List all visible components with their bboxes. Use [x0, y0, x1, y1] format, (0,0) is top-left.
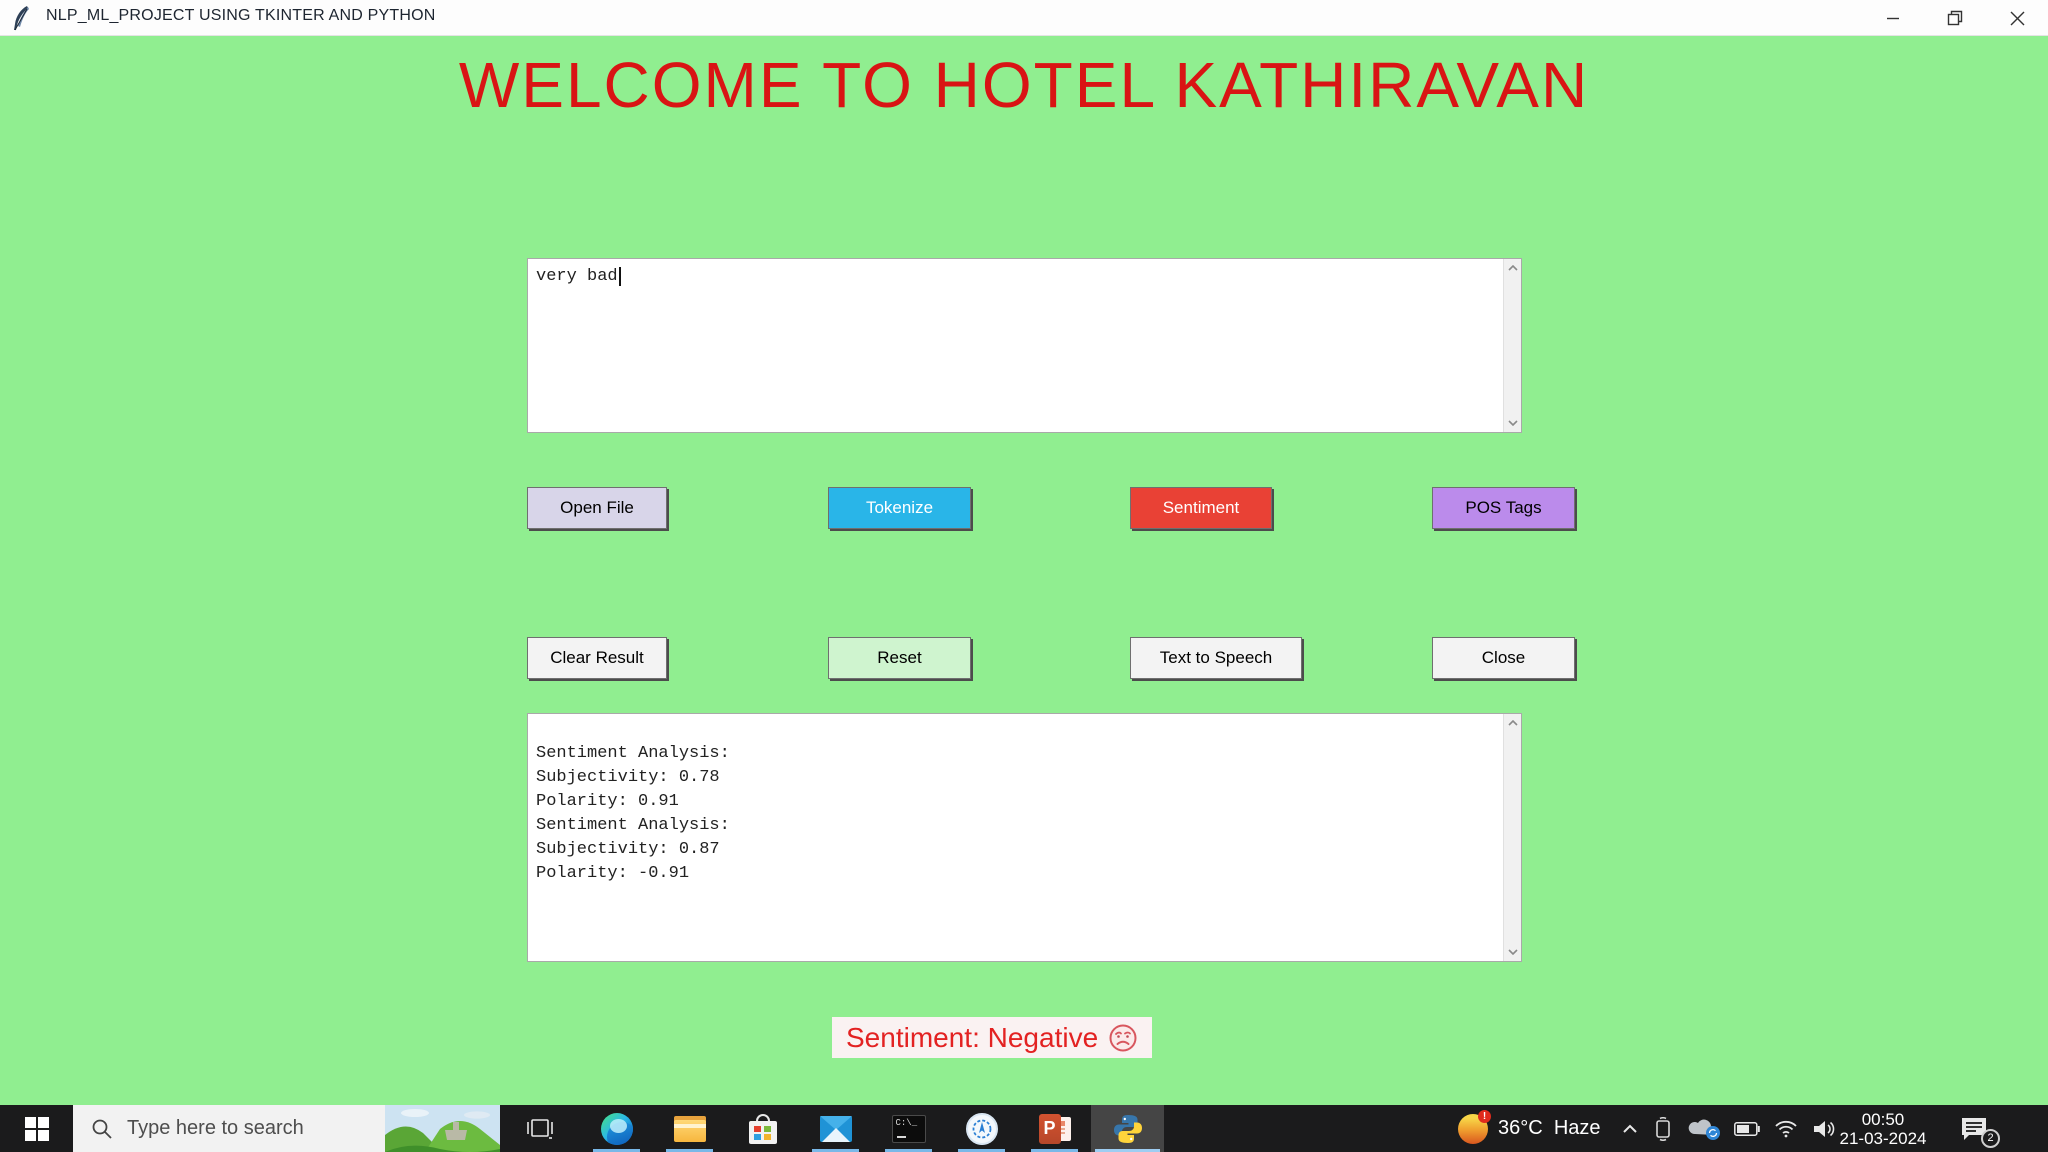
action-center-button[interactable]: 2 — [1945, 1105, 2005, 1152]
sentiment-button[interactable]: Sentiment — [1130, 487, 1272, 529]
text-to-speech-button[interactable]: Text to Speech — [1130, 637, 1302, 679]
edge-icon — [600, 1112, 633, 1145]
python-icon — [1113, 1114, 1142, 1143]
powerpoint-icon: P — [1038, 1113, 1071, 1144]
taskbar-item-terminal[interactable]: C:\_ — [872, 1105, 945, 1152]
window-controls — [1862, 0, 2048, 36]
minimize-button[interactable] — [1862, 0, 1924, 36]
task-view-button[interactable] — [500, 1105, 580, 1152]
phone-link-icon[interactable] — [1652, 1116, 1674, 1141]
tray-clock[interactable]: 00:50 21-03-2024 — [1828, 1105, 1938, 1152]
tray-weather[interactable]: ! 36°C Haze — [1458, 1105, 1601, 1152]
tray-icons — [1622, 1105, 1836, 1152]
search-weather-art — [385, 1105, 500, 1152]
scroll-up-icon[interactable] — [1504, 259, 1522, 277]
results-text: Sentiment Analysis: Subjectivity: 0.78 P… — [536, 744, 730, 883]
app-heading: WELCOME TO HOTEL KATHIRAVAN — [458, 49, 1590, 121]
pos-tags-button[interactable]: POS Tags — [1432, 487, 1575, 529]
close-button[interactable] — [1986, 0, 2048, 36]
window-title: NLP_ML_PROJECT USING TKINTER AND PYTHON — [46, 7, 436, 24]
input-text-line: very bad — [536, 265, 1495, 289]
taskbar-item-powerpoint[interactable]: P — [1018, 1105, 1091, 1152]
taskbar-item-edge[interactable] — [580, 1105, 653, 1152]
clock-date: 21-03-2024 — [1839, 1128, 1927, 1148]
window-titlebar: NLP_ML_PROJECT USING TKINTER AND PYTHON — [0, 0, 2048, 36]
sad-face-icon — [1109, 1024, 1137, 1051]
results-scrollbar[interactable] — [1503, 714, 1521, 961]
weather-temp: 36°C — [1498, 1117, 1543, 1139]
restore-button[interactable] — [1924, 0, 1986, 36]
scroll-up-icon[interactable] — [1504, 714, 1522, 732]
scroll-down-icon[interactable] — [1504, 943, 1522, 961]
clear-result-button[interactable]: Clear Result — [527, 637, 667, 679]
results-area[interactable]: Sentiment Analysis: Subjectivity: 0.78 P… — [527, 713, 1522, 962]
task-view-icon — [527, 1118, 553, 1139]
weather-haze-icon: ! — [1458, 1109, 1491, 1144]
search-icon — [92, 1119, 112, 1139]
file-explorer-icon — [673, 1115, 706, 1142]
close-app-button[interactable]: Close — [1432, 637, 1575, 679]
cloud-sync-icon[interactable] — [1688, 1118, 1720, 1140]
blue-badge-app-icon — [965, 1112, 998, 1145]
terminal-icon: C:\_ — [891, 1114, 926, 1143]
input-text: very bad — [536, 267, 618, 286]
windows-logo-icon — [24, 1116, 49, 1141]
search-placeholder: Type here to search — [127, 1117, 304, 1139]
taskbar-app-icons: C:\_ P — [500, 1105, 1164, 1152]
chevron-up-icon[interactable] — [1622, 1124, 1638, 1134]
taskbar-search[interactable]: Type here to search — [73, 1105, 500, 1152]
sentiment-result-text: Sentiment: Negative — [846, 1021, 1099, 1053]
taskbar-item-file-explorer[interactable] — [653, 1105, 726, 1152]
microsoft-store-icon — [748, 1113, 777, 1144]
sentiment-result-label: Sentiment: Negative — [832, 1017, 1153, 1058]
start-button[interactable] — [0, 1105, 73, 1152]
input-scrollbar[interactable] — [1503, 259, 1521, 432]
taskbar-item-app-badge[interactable] — [945, 1105, 1018, 1152]
notification-count-badge: 2 — [1981, 1128, 2000, 1148]
desktop-screen: NLP_ML_PROJECT USING TKINTER AND PYTHON … — [0, 0, 2048, 1152]
weather-alert-badge: ! — [1478, 1109, 1491, 1123]
weather-condition: Haze — [1553, 1117, 1601, 1139]
taskbar-item-python-active[interactable] — [1091, 1105, 1164, 1152]
clock-time: 00:50 — [1861, 1109, 1905, 1129]
mail-icon — [819, 1115, 852, 1142]
text-cursor — [618, 267, 621, 286]
reset-button[interactable]: Reset — [828, 637, 971, 679]
text-input-area[interactable]: very bad — [527, 258, 1522, 433]
taskbar-item-store[interactable] — [726, 1105, 799, 1152]
tokenize-button[interactable]: Tokenize — [828, 487, 971, 529]
wifi-icon[interactable] — [1774, 1120, 1798, 1138]
open-file-button[interactable]: Open File — [527, 487, 667, 529]
scroll-down-icon[interactable] — [1504, 414, 1522, 432]
battery-icon[interactable] — [1734, 1121, 1760, 1136]
taskbar-item-mail[interactable] — [799, 1105, 872, 1152]
tkinter-feather-icon — [14, 6, 29, 31]
